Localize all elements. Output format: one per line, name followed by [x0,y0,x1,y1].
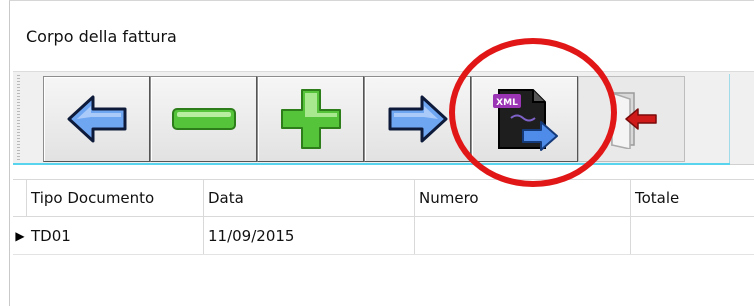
plus-icon [280,89,341,149]
grid-header: Tipo Documento Data Numero Totale [13,179,754,217]
toolbar-accent-line [13,163,730,165]
cell-data[interactable]: 11/09/2015 [204,217,415,254]
column-header-numero[interactable]: Numero [415,180,631,216]
table-row[interactable]: ▶ TD01 11/09/2015 [13,217,754,255]
cell-totale[interactable] [631,217,754,254]
toolbar-separator [729,74,730,163]
arrow-left-icon [67,95,126,143]
column-header-data[interactable]: Data [204,180,415,216]
cell-tipo-documento[interactable]: TD01 [27,217,204,254]
previous-button[interactable] [43,76,150,162]
add-button[interactable] [257,76,364,162]
arrow-right-icon [388,95,447,143]
next-button[interactable] [364,76,471,162]
svg-text:XML: XML [496,98,518,108]
invoice-body-panel: Corpo della fattura XML Tipo Documento D… [9,0,754,306]
remove-button[interactable] [150,76,257,162]
panel-title: Corpo della fattura [26,27,177,46]
minus-icon [171,108,236,130]
column-header-tipo-documento[interactable]: Tipo Documento [27,180,204,216]
export-xml-button[interactable]: XML [471,76,578,162]
cell-numero[interactable] [415,217,631,254]
current-row-indicator: ▶ [15,228,25,243]
toolbar: XML [13,71,754,165]
exit-button[interactable] [578,76,685,162]
xml-export-icon: XML [492,89,558,151]
door-exit-icon [610,91,657,149]
row-indicator-header [13,180,27,216]
toolbar-grip[interactable] [17,75,20,161]
column-header-totale[interactable]: Totale [631,180,754,216]
